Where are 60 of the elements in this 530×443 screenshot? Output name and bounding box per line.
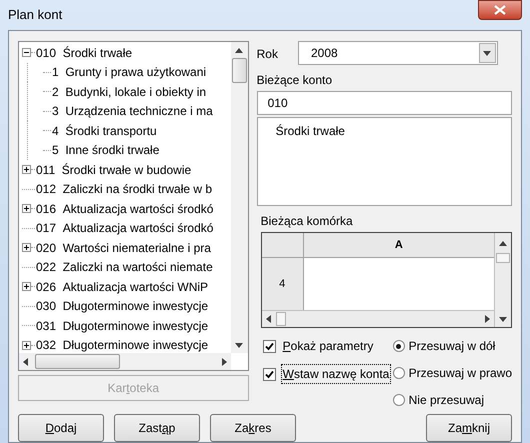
expand-icon[interactable] [22, 340, 31, 350]
expand-icon[interactable] [22, 204, 31, 214]
scroll-left-arrow-icon[interactable] [264, 315, 272, 323]
scroll-up-arrow-icon[interactable] [499, 240, 507, 246]
tree-item[interactable]: 016 Aktualizacja wartości środkó [35, 200, 214, 218]
close-button[interactable] [478, 0, 522, 20]
expand-icon[interactable] [22, 165, 31, 174]
scroll-left-arrow-icon[interactable] [22, 358, 29, 366]
tree-item[interactable]: 020 Wartości niematerialne i pra [35, 238, 211, 257]
checkbox[interactable] [262, 340, 276, 352]
expand-icon[interactable] [22, 282, 31, 292]
dialog-button[interactable]: Zastąp [114, 414, 200, 442]
scroll-down-arrow-icon[interactable] [499, 316, 507, 322]
scroll-down-arrow-icon[interactable] [235, 342, 244, 348]
radio-button[interactable] [392, 340, 405, 352]
tree-item[interactable]: 026 Aktualizacja wartości WNiP [35, 278, 208, 296]
tree-item[interactable]: 011 Środki trwałe w budowie [35, 160, 192, 179]
tree-item[interactable]: 1 Grunty i prawa użytkowani [51, 63, 206, 82]
window-title: Plan kont [8, 6, 62, 24]
tree-item[interactable]: 012 Zaliczki na środki trwałe w b [35, 180, 212, 198]
dialog-button[interactable]: Zamknij [426, 414, 512, 442]
scrollbar-thumb[interactable] [232, 58, 247, 83]
scroll-right-arrow-icon[interactable] [220, 358, 228, 366]
checkbox-label[interactable]: Wstaw nazwę konta [280, 364, 392, 384]
dialog-button[interactable]: Zakres [210, 414, 296, 442]
radio-label[interactable]: Nie przesuwaj [408, 391, 484, 409]
year-label: Rok [256, 46, 278, 63]
scrollbar-thumb[interactable] [276, 312, 286, 326]
close-icon [494, 5, 506, 15]
checkbox[interactable] [262, 368, 276, 380]
tree-item[interactable]: 031 Długoterminowe inwestycje [35, 316, 208, 335]
column-header: A [394, 238, 404, 253]
radio-button[interactable] [392, 367, 405, 379]
radio-label[interactable]: Przesuwaj w prawo [408, 364, 512, 382]
checkbox-label[interactable]: Pokaż parametry [280, 336, 376, 356]
account-code-field[interactable]: 010 [256, 91, 512, 115]
scrollbar-thumb[interactable] [35, 354, 120, 369]
current-cell-label: Bieżąca komórka [260, 213, 354, 230]
dialog-button[interactable]: Dodaj [18, 414, 104, 442]
tree-item[interactable]: 2 Budynki, lokale i obiekty in [51, 82, 206, 101]
row-header: 4 [262, 258, 304, 310]
year-dropdown[interactable]: 2008 [298, 41, 498, 65]
tree-item[interactable]: 3 Urządzenia techniczne i ma [51, 102, 213, 120]
tree-item[interactable]: 5 Inne środki trwałe [51, 141, 160, 160]
radio-label[interactable]: Przesuwaj w dół [408, 337, 496, 355]
expand-icon[interactable] [22, 243, 31, 252]
collapse-icon[interactable] [22, 48, 31, 58]
tree-item[interactable]: 010 Środki trwałe [35, 44, 132, 62]
scroll-down-arrow-icon[interactable] [483, 50, 492, 56]
scroll-up-arrow-icon[interactable] [235, 46, 244, 54]
scroll-right-arrow-icon[interactable] [484, 315, 491, 323]
account-name-field[interactable]: Środki trwałe [256, 117, 512, 206]
tree-item[interactable]: 017 Aktualizacja wartości środkó [35, 219, 214, 238]
scrollbar-thumb[interactable] [496, 253, 510, 263]
tree-item[interactable]: 032 Długoterminowe inwestycje [35, 336, 208, 353]
tree-item[interactable]: 030 Długoterminowe inwestycje [35, 297, 208, 316]
tree-item[interactable]: 022 Zaliczki na wartości niemate [35, 258, 213, 276]
radio-button[interactable] [392, 394, 405, 406]
current-account-label: Bieżące konto [256, 72, 334, 89]
tree-item[interactable]: 4 Środki transportu [51, 122, 157, 140]
